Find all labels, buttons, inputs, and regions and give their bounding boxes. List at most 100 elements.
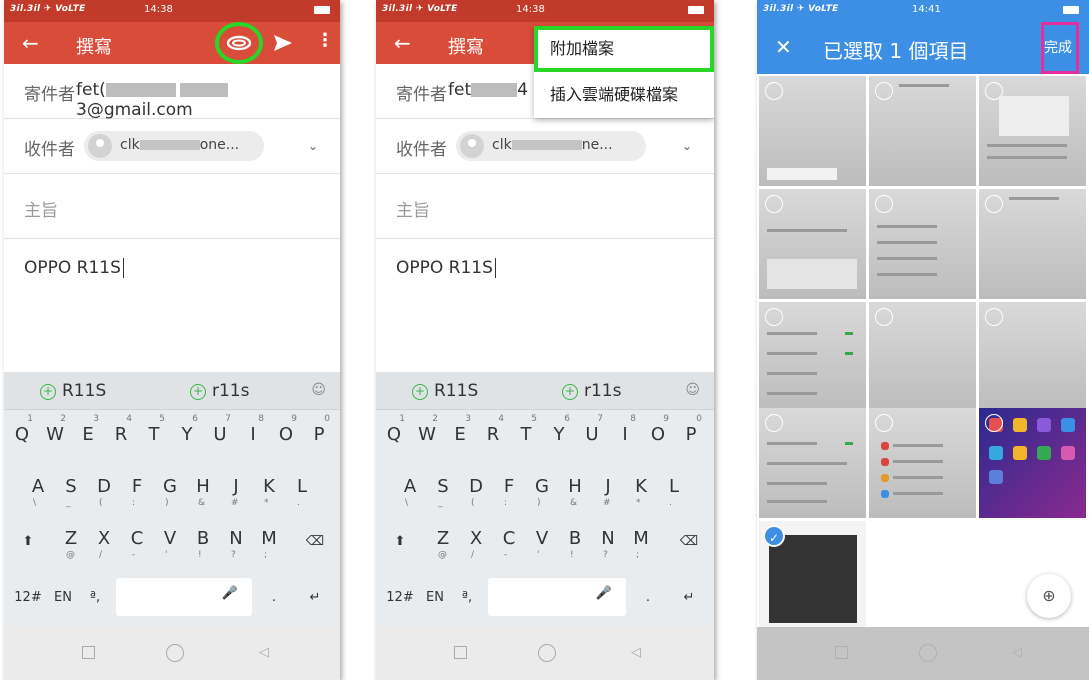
backspace-key[interactable]: ⌫ — [296, 520, 334, 564]
key-f[interactable]: F: — [494, 464, 524, 512]
shift-key[interactable]: ⬆ — [382, 520, 418, 564]
from-field[interactable]: 寄件者 fet(3@gmail.com — [4, 64, 340, 120]
key-k[interactable]: K * — [626, 464, 656, 512]
key-u[interactable]: U7 — [205, 412, 235, 460]
subject-field[interactable]: 主旨 — [376, 174, 714, 239]
key-r[interactable]: R4 — [106, 412, 136, 460]
comma-key[interactable]: ª, — [80, 576, 110, 620]
recents-button[interactable] — [454, 646, 467, 659]
select-circle-icon[interactable] — [875, 308, 893, 326]
key-z[interactable]: Z @ — [56, 516, 86, 564]
key-b[interactable]: B! — [560, 516, 590, 564]
microphone-icon[interactable]: 🎤 — [222, 586, 238, 601]
key-l[interactable]: L. — [287, 464, 317, 512]
suggestion-chip[interactable]: + r11s — [562, 381, 621, 401]
photo-thumbnail[interactable] — [869, 76, 976, 186]
emoji-icon[interactable]: ☺ — [685, 382, 700, 398]
key-a[interactable]: A \ — [23, 464, 53, 512]
suggestion-chip[interactable]: + r11s — [190, 381, 249, 401]
key-j[interactable]: J # — [593, 464, 623, 512]
key-f[interactable]: F: — [122, 464, 152, 512]
language-key[interactable]: EN — [48, 576, 78, 620]
comma-key[interactable]: ª, — [452, 576, 482, 620]
key-t[interactable]: T5 — [139, 412, 169, 460]
select-circle-icon[interactable] — [875, 414, 893, 432]
suggestion-chip[interactable]: + R11S — [40, 381, 106, 401]
photo-thumbnail[interactable] — [759, 408, 866, 518]
zoom-in-icon[interactable]: ⊕ — [1027, 574, 1071, 618]
key-w[interactable]: W2 — [40, 412, 70, 460]
backspace-key[interactable]: ⌫ — [670, 520, 708, 564]
photo-thumbnail[interactable] — [869, 302, 976, 412]
recipient-chip[interactable]: clk ne... — [456, 131, 646, 161]
space-key[interactable]: 🎤 — [116, 578, 252, 616]
key-v[interactable]: V ' — [155, 516, 185, 564]
select-circle-icon[interactable] — [875, 82, 893, 100]
key-g[interactable]: G) — [527, 464, 557, 512]
key-k[interactable]: K * — [254, 464, 284, 512]
to-field[interactable]: 收件者 clk ne... ⌄ — [376, 119, 714, 174]
key-c[interactable]: C- — [494, 516, 524, 564]
key-o[interactable]: O9 — [643, 412, 673, 460]
subject-field[interactable]: 主旨 — [4, 174, 340, 239]
paperclip-icon[interactable] — [224, 28, 254, 58]
photo-thumbnail-selected[interactable]: ✓ — [759, 521, 866, 631]
select-circle-icon[interactable] — [875, 195, 893, 213]
language-key[interactable]: EN — [420, 576, 450, 620]
home-button[interactable] — [919, 644, 937, 662]
key-w[interactable]: W2 — [412, 412, 442, 460]
key-c[interactable]: C- — [122, 516, 152, 564]
photo-thumbnail[interactable] — [869, 408, 976, 518]
home-button[interactable] — [538, 644, 556, 662]
photo-thumbnail[interactable] — [759, 76, 866, 186]
to-field[interactable]: 收件者 clk one... ⌄ — [4, 119, 340, 174]
numbers-key[interactable]: 12# — [380, 576, 420, 620]
key-x[interactable]: X / — [89, 516, 119, 564]
photo-thumbnail[interactable] — [759, 189, 866, 299]
chevron-down-icon[interactable]: ⌄ — [682, 139, 692, 153]
more-options-icon[interactable]: ⋮ — [316, 30, 334, 51]
period-key[interactable]: . — [636, 576, 660, 620]
period-key[interactable]: . — [262, 576, 286, 620]
key-e[interactable]: E3 — [73, 412, 103, 460]
enter-key[interactable]: ↵ — [296, 576, 334, 620]
key-o[interactable]: O9 — [271, 412, 301, 460]
key-s[interactable]: S _ — [428, 464, 458, 512]
photo-thumbnail[interactable] — [979, 408, 1086, 518]
back-button[interactable]: ◁ — [1007, 643, 1027, 663]
key-e[interactable]: E3 — [445, 412, 475, 460]
checkmark-icon[interactable]: ✓ — [763, 525, 785, 547]
key-r[interactable]: R4 — [478, 412, 508, 460]
photo-thumbnail[interactable] — [979, 76, 1086, 186]
select-circle-icon[interactable] — [985, 195, 1003, 213]
key-u[interactable]: U7 — [577, 412, 607, 460]
send-icon[interactable] — [272, 32, 294, 54]
key-q[interactable]: Q1 — [7, 412, 37, 460]
back-button[interactable]: ◁ — [626, 643, 646, 663]
key-y[interactable]: Y6 — [172, 412, 202, 460]
select-circle-icon[interactable] — [765, 414, 783, 432]
recipient-chip[interactable]: clk one... — [84, 131, 264, 161]
key-i[interactable]: I8 — [238, 412, 268, 460]
space-key[interactable]: 🎤 — [488, 578, 626, 616]
back-button[interactable]: ◁ — [254, 643, 274, 663]
key-p[interactable]: P0 — [676, 412, 706, 460]
key-h[interactable]: H & — [560, 464, 590, 512]
emoji-icon[interactable]: ☺ — [311, 382, 326, 398]
numbers-key[interactable]: 12# — [8, 576, 48, 620]
key-y[interactable]: Y6 — [544, 412, 574, 460]
key-t[interactable]: T5 — [511, 412, 541, 460]
menu-item-insert-drive-file[interactable]: 插入雲端硬碟檔案 — [534, 72, 714, 118]
photo-thumbnail[interactable] — [979, 189, 1086, 299]
key-n[interactable]: N? — [593, 516, 623, 564]
key-l[interactable]: L. — [659, 464, 689, 512]
select-circle-icon[interactable] — [985, 308, 1003, 326]
key-j[interactable]: J # — [221, 464, 251, 512]
key-z[interactable]: Z @ — [428, 516, 458, 564]
close-icon[interactable]: ✕ — [775, 35, 792, 59]
key-p[interactable]: P0 — [304, 412, 334, 460]
key-i[interactable]: I8 — [610, 412, 640, 460]
photo-thumbnail[interactable] — [979, 302, 1086, 412]
suggestion-chip[interactable]: + R11S — [412, 381, 478, 401]
key-d[interactable]: D( — [461, 464, 491, 512]
